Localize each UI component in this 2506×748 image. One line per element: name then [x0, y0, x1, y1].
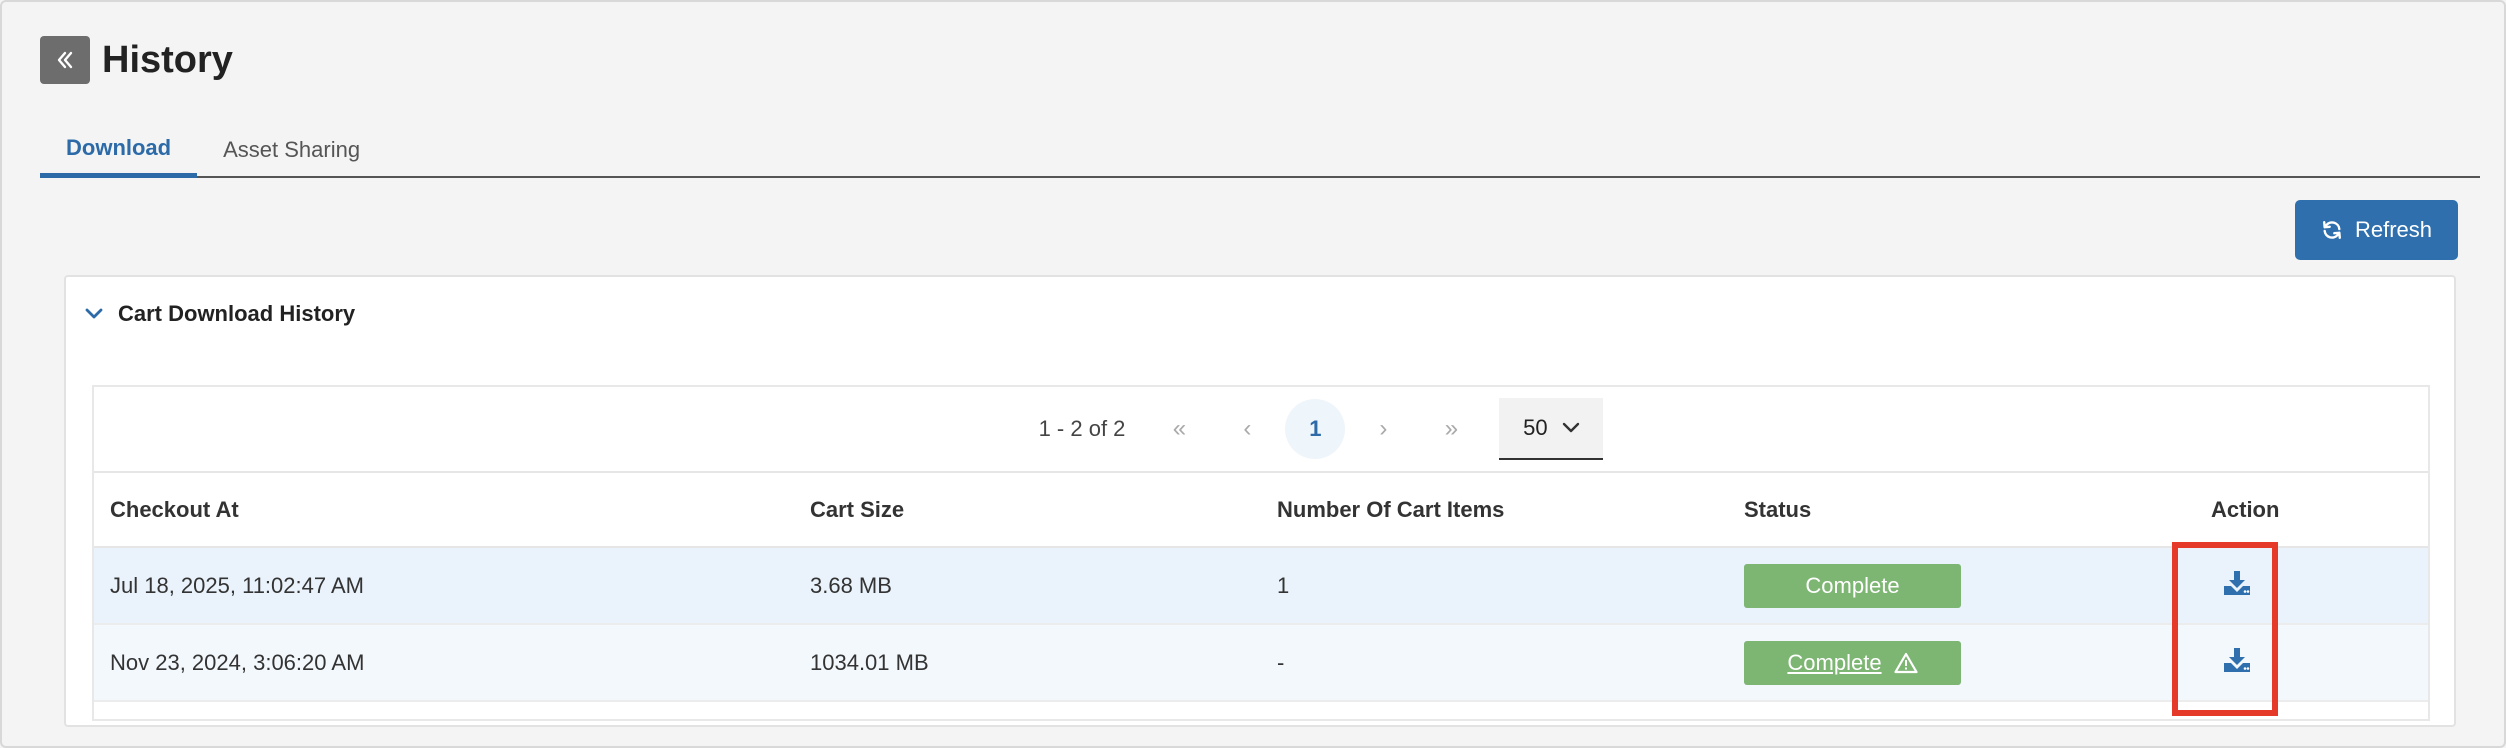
- refresh-icon: [2322, 221, 2341, 239]
- header-number-of-items[interactable]: Number Of Cart Items: [1261, 473, 1728, 548]
- page-size-value: 50: [1523, 415, 1548, 440]
- download-button[interactable]: [2223, 570, 2251, 602]
- cart-download-history-panel: Cart Download History 1 - 2 of 2 « ‹ 1 ›…: [64, 275, 2456, 727]
- checkout-at-cell: Nov 23, 2024, 3:06:20 AM: [94, 624, 794, 702]
- page-header: History: [40, 36, 233, 84]
- status-cell: Complete: [1728, 624, 2195, 702]
- header-action: Action: [2195, 473, 2428, 548]
- refresh-button[interactable]: Refresh: [2295, 200, 2458, 260]
- warning-triangle-icon: [1893, 652, 1918, 673]
- table-row: Jul 18, 2025, 11:02:47 AM 3.68 MB 1 Comp…: [94, 547, 2428, 625]
- status-text: Complete: [1805, 572, 1900, 598]
- cart-size-cell: 3.68 MB: [794, 547, 1261, 625]
- table-header-row: Checkout At Cart Size Number Of Cart Ite…: [94, 473, 2428, 548]
- download-icon: [2224, 570, 2250, 595]
- first-page-button[interactable]: «: [1145, 399, 1213, 459]
- table-row: Nov 23, 2024, 3:06:20 AM 1034.01 MB - Co…: [94, 624, 2428, 702]
- history-table-container: 1 - 2 of 2 « ‹ 1 › » 50 Checkout At Cart…: [92, 385, 2430, 721]
- chevron-down-icon: [1562, 422, 1579, 433]
- pagination-range: 1 - 2 of 2: [1038, 416, 1126, 441]
- page-size-select[interactable]: 50: [1499, 398, 1604, 460]
- panel-title: Cart Download History: [118, 301, 356, 326]
- tab-download[interactable]: Download: [40, 122, 198, 178]
- back-button[interactable]: [40, 36, 90, 84]
- status-badge-with-warning[interactable]: Complete: [1744, 640, 1961, 685]
- pagination-bar: 1 - 2 of 2 « ‹ 1 › » 50: [94, 387, 2428, 473]
- cart-items-cell: -: [1261, 624, 1728, 702]
- cart-items-cell: 1: [1261, 547, 1728, 625]
- action-cell: [2195, 547, 2428, 625]
- tab-asset-sharing[interactable]: Asset Sharing: [197, 122, 386, 178]
- action-cell: [2195, 624, 2428, 702]
- tab-bar: Download Asset Sharing: [40, 122, 2480, 178]
- header-checkout-at[interactable]: Checkout At: [94, 473, 794, 548]
- panel-header[interactable]: Cart Download History: [84, 301, 355, 327]
- download-icon: [2224, 647, 2250, 672]
- status-badge: Complete: [1744, 563, 1961, 608]
- chevron-down-icon: [85, 308, 103, 319]
- double-chevron-left-icon: [57, 51, 73, 69]
- header-cart-size[interactable]: Cart Size: [794, 473, 1261, 548]
- prev-page-button[interactable]: ‹: [1213, 399, 1281, 459]
- page-title: History: [102, 38, 233, 81]
- status-text: Complete: [1787, 649, 1882, 675]
- refresh-label: Refresh: [2354, 217, 2433, 242]
- last-page-button[interactable]: »: [1417, 399, 1485, 459]
- status-cell: Complete: [1728, 547, 2195, 625]
- cart-size-cell: 1034.01 MB: [794, 624, 1261, 702]
- checkout-at-cell: Jul 18, 2025, 11:02:47 AM: [94, 547, 794, 625]
- header-status[interactable]: Status: [1728, 473, 2195, 548]
- next-page-button[interactable]: ›: [1349, 399, 1417, 459]
- current-page-button[interactable]: 1: [1285, 399, 1346, 459]
- history-table: Checkout At Cart Size Number Of Cart Ite…: [94, 473, 2428, 702]
- download-button[interactable]: [2223, 647, 2251, 679]
